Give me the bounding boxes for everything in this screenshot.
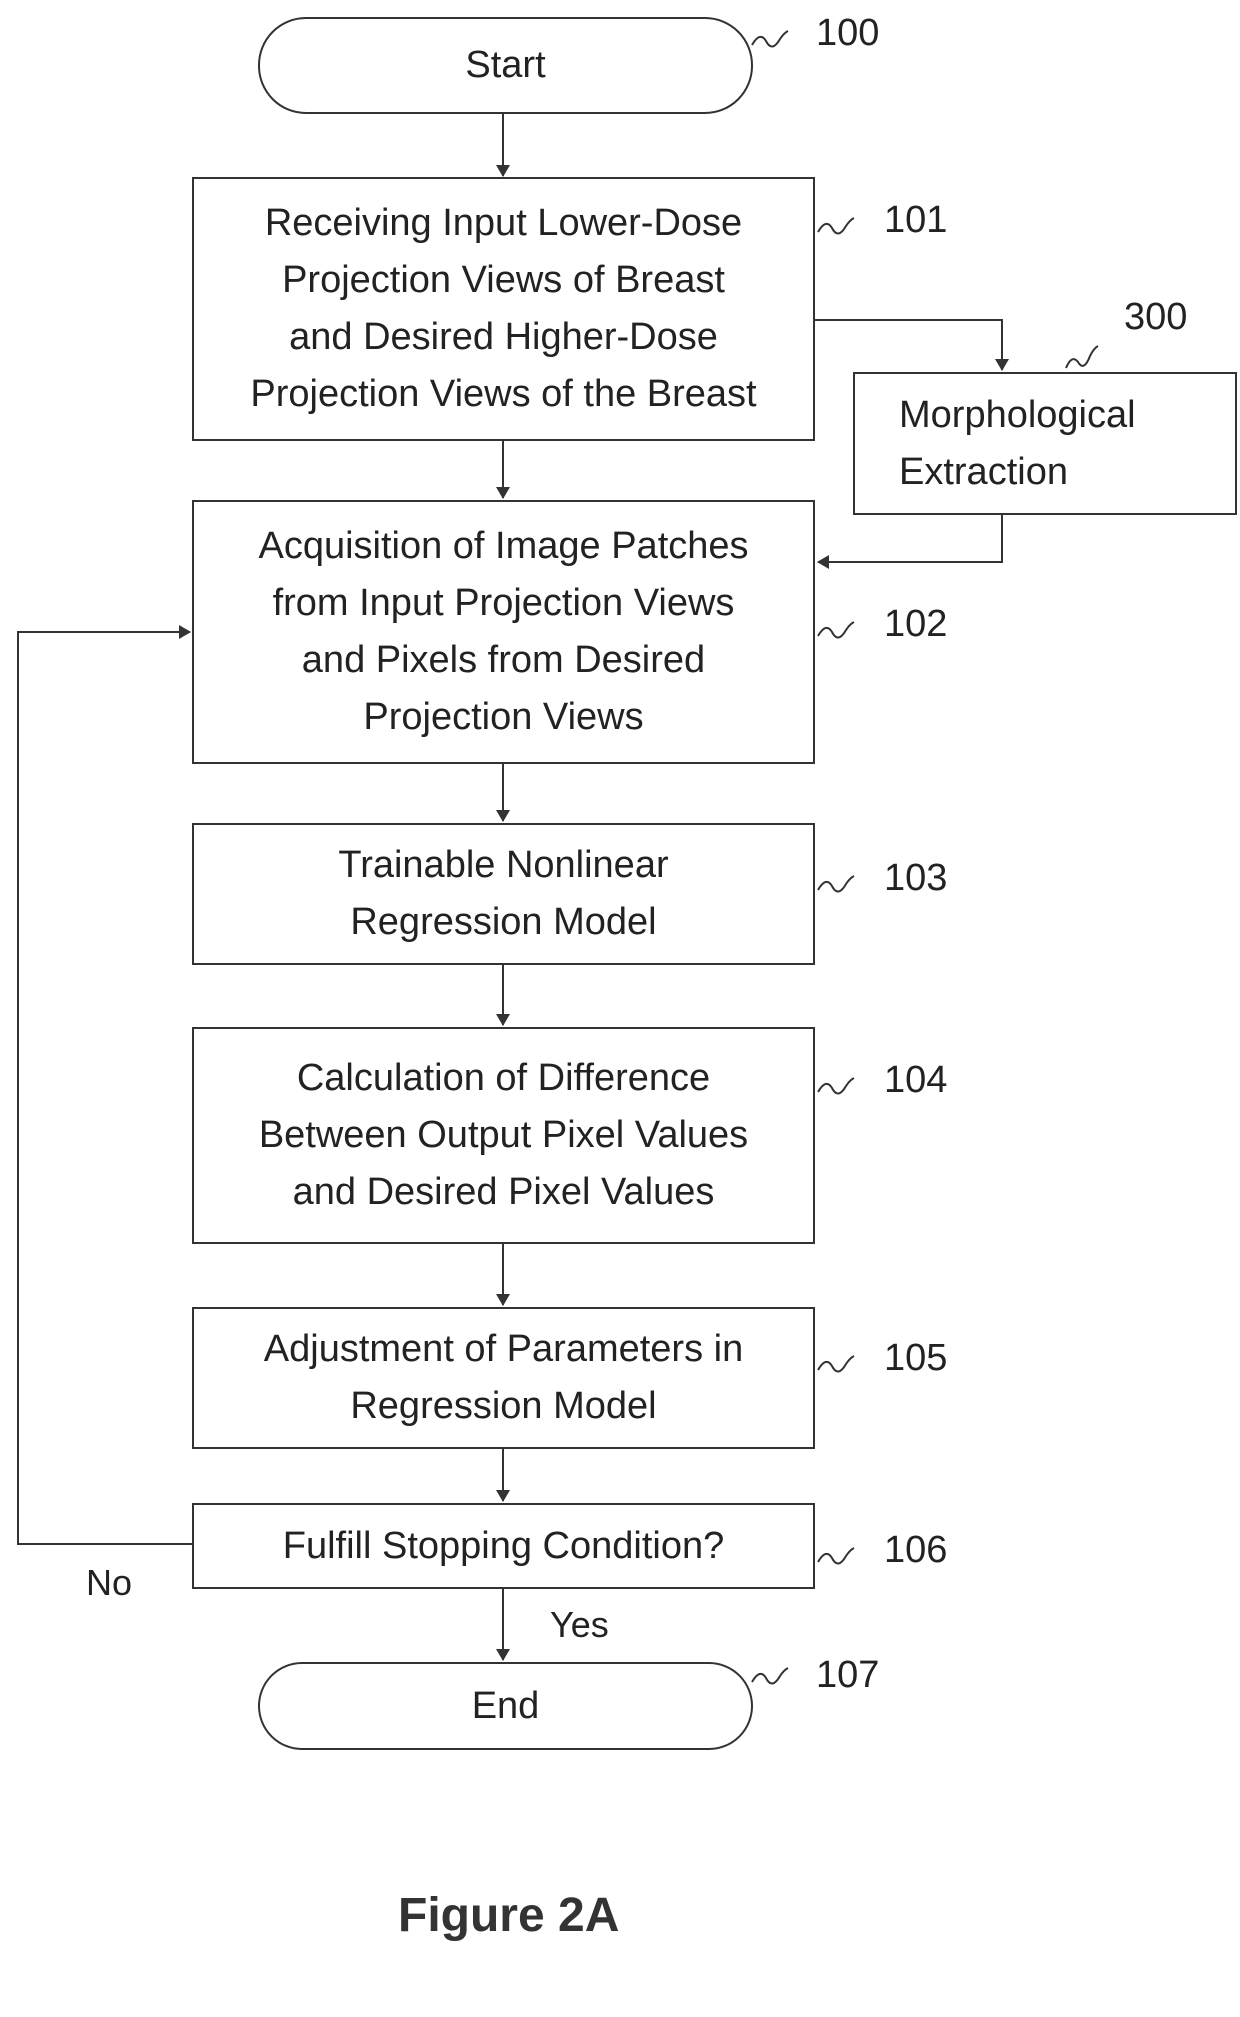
ref-leader-105	[817, 1355, 855, 1373]
decision-106-box: Fulfill Stopping Condition?	[192, 1503, 815, 1589]
ref-300: 300	[1124, 296, 1188, 338]
start-terminal: Start	[258, 17, 753, 114]
step-102-line-3: and Pixels from Desired	[301, 639, 706, 681]
ref-leader-104	[817, 1077, 855, 1095]
ref-107: 107	[816, 1654, 880, 1696]
step-102-line-1: Acquisition of Image Patches	[258, 525, 749, 567]
step-105-line-2: Regression Model	[350, 1385, 657, 1427]
ref-leader-300	[1065, 345, 1099, 369]
step-104-line-3: and Desired Pixel Values	[292, 1171, 715, 1213]
step-102-line-4: Projection Views	[363, 696, 644, 738]
step-101-line-3: and Desired Higher-Dose	[289, 316, 718, 358]
decision-106-label: Fulfill Stopping Condition?	[282, 1524, 725, 1567]
step-300-box: Morphological Extraction	[853, 372, 1237, 515]
step-105-box: Adjustment of Parameters in Regression M…	[192, 1307, 815, 1449]
edge-106-102-no	[17, 625, 192, 1545]
end-terminal: End	[258, 1662, 753, 1750]
ref-leader-107	[751, 1667, 789, 1685]
step-101-line-2: Projection Views of Breast	[282, 259, 725, 301]
edge-label-yes: Yes	[550, 1604, 609, 1645]
ref-101: 101	[884, 199, 948, 241]
edge-101-300	[815, 319, 1009, 371]
figure-title: Figure 2A	[398, 1889, 620, 1942]
step-101-line-4: Projection Views of the Breast	[250, 373, 757, 415]
step-101-line-1: Receiving Input Lower-Dose	[264, 202, 743, 244]
step-101-box: Receiving Input Lower-Dose Projection Vi…	[192, 177, 815, 441]
ref-leader-102	[817, 621, 855, 639]
step-104-box: Calculation of Difference Between Output…	[192, 1027, 815, 1244]
ref-106: 106	[884, 1529, 948, 1571]
ref-102: 102	[884, 603, 948, 645]
step-103-box: Trainable Nonlinear Regression Model	[192, 823, 815, 965]
edge-300-102	[817, 515, 1003, 569]
step-300-line-1: Morphological	[899, 393, 1136, 436]
end-label: End	[471, 1684, 540, 1727]
step-105-line-1: Adjustment of Parameters in	[263, 1328, 744, 1370]
step-300-line-2: Extraction	[899, 450, 1068, 493]
step-104-line-2: Between Output Pixel Values	[258, 1114, 749, 1156]
ref-leader-106	[817, 1547, 855, 1565]
step-102-line-2: from Input Projection Views	[272, 582, 735, 624]
ref-leader-100	[751, 30, 789, 48]
ref-100: 100	[816, 12, 880, 54]
ref-leader-101	[817, 217, 855, 235]
step-102-box: Acquisition of Image Patches from Input …	[192, 500, 815, 764]
step-103-line-1: Trainable Nonlinear	[338, 844, 669, 886]
ref-leader-103	[817, 875, 855, 893]
step-104-line-1: Calculation of Difference	[296, 1057, 711, 1099]
start-label: Start	[465, 44, 546, 86]
edge-label-no: No	[86, 1562, 133, 1603]
ref-104: 104	[884, 1059, 948, 1101]
step-103-line-2: Regression Model	[350, 901, 657, 943]
ref-105: 105	[884, 1337, 948, 1379]
ref-103: 103	[884, 857, 948, 899]
